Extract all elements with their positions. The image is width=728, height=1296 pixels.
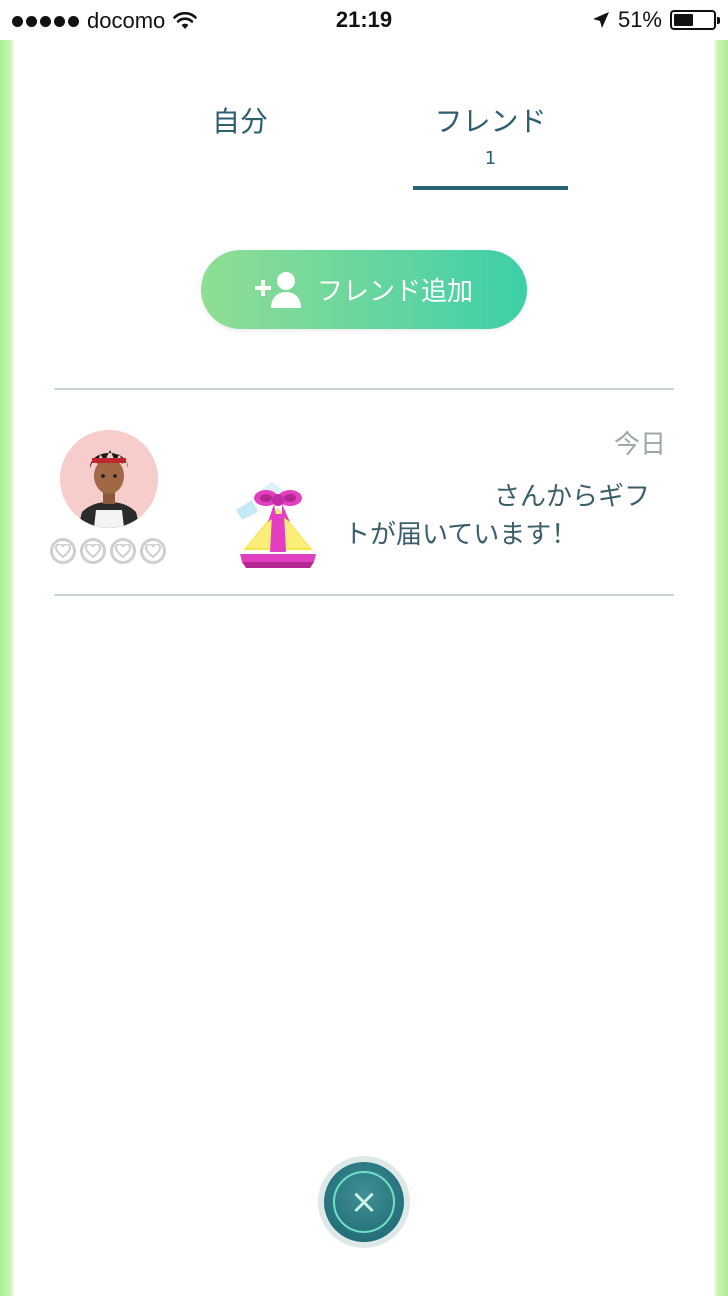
trainer-avatar-image [60, 430, 158, 528]
heart-icon [110, 538, 136, 564]
heart-icon [140, 538, 166, 564]
close-button-inner: × [324, 1162, 404, 1242]
screen [14, 0, 714, 1296]
list-bottom-divider [54, 594, 674, 596]
friend-date: 今日 [613, 430, 666, 460]
add-friend-button[interactable]: フレンド追加 [201, 250, 527, 329]
add-person-icon [254, 271, 301, 308]
battery-icon [670, 10, 720, 30]
heart-icon [80, 538, 106, 564]
gift-box-icon[interactable] [232, 470, 322, 570]
friendship-level [50, 538, 166, 564]
gift-message-text: さんからギフトが届いています！ [344, 482, 651, 550]
close-icon: × [333, 1171, 395, 1233]
status-bar: docomo 21:19 51% [0, 0, 728, 40]
close-button[interactable]: × [318, 1156, 410, 1248]
tab-friends-label: フレンド [434, 105, 547, 138]
location-arrow-icon [592, 12, 609, 28]
avatar[interactable] [60, 430, 158, 528]
tab-friends[interactable]: フレンド 1 [413, 100, 568, 169]
friend-list-item[interactable]: 今日 さんからギフトが届いています！ [50, 392, 674, 594]
heart-icon [50, 538, 76, 564]
battery-percent: 51% [617, 7, 662, 32]
add-friend-label: フレンド追加 [316, 277, 473, 307]
battery-info: 51% [592, 7, 720, 33]
friend-count: 1 [484, 148, 497, 169]
list-top-divider [54, 388, 674, 390]
tab-self-label: 自分 [211, 105, 268, 138]
tab-self[interactable]: 自分 [195, 100, 285, 140]
active-tab-indicator [413, 186, 568, 190]
battery-level [674, 14, 694, 26]
gift-message: さんからギフトが届いています！ [344, 478, 674, 554]
